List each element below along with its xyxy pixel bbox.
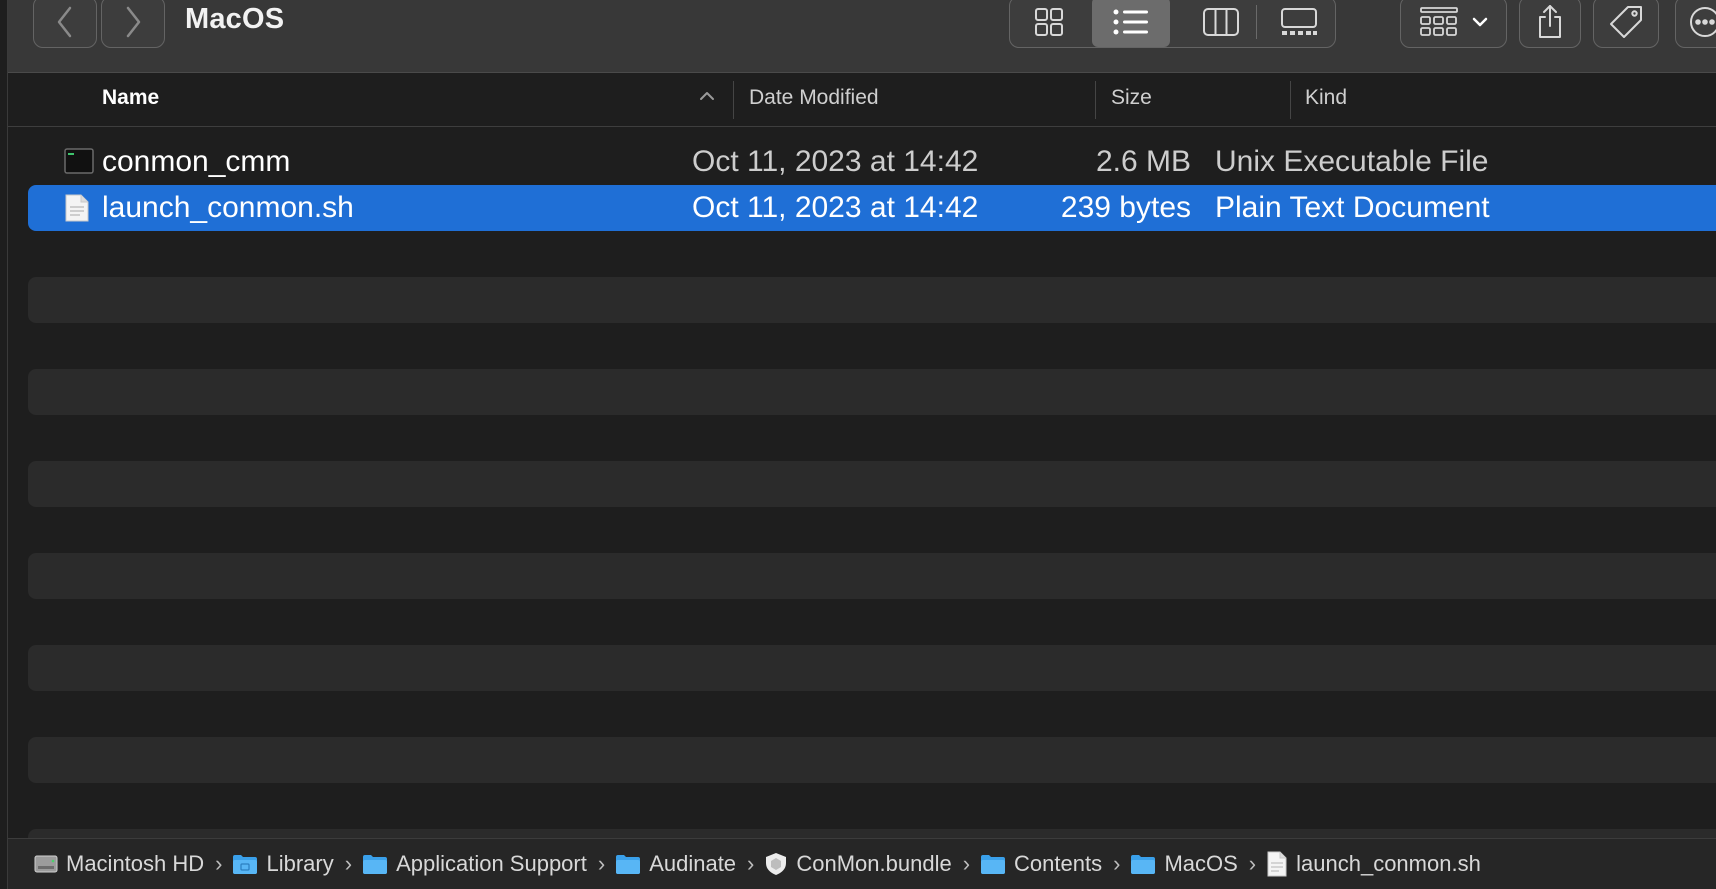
- column-view-icon: [1203, 8, 1239, 36]
- share-icon: [1539, 5, 1561, 38]
- folder-icon: [981, 855, 1006, 874]
- folder-icon: [233, 855, 258, 874]
- path-separator: ›: [1113, 851, 1121, 876]
- window-title: MacOS: [185, 3, 285, 35]
- date-modified-column-header[interactable]: Date Modified: [749, 86, 879, 110]
- path-item-macos[interactable]: MacOS: [1130, 851, 1238, 877]
- gallery-view-button[interactable]: [1260, 0, 1335, 47]
- path-item-label: Macintosh HD: [66, 851, 205, 876]
- name-column-header[interactable]: Name: [102, 86, 159, 110]
- file-name: launch_conmon.sh: [102, 191, 354, 224]
- file-kind: Plain Text Document: [1215, 191, 1490, 224]
- path-item-label: MacOS: [1164, 851, 1238, 876]
- chevron-right-icon: [126, 6, 141, 38]
- terminal-icon: [64, 148, 94, 174]
- sort-ascending-icon: [700, 92, 714, 100]
- path-item-contents[interactable]: Contents: [980, 851, 1102, 877]
- view-mode-control: [1009, 0, 1336, 48]
- empty-row: [28, 461, 1716, 507]
- folder-icon: [1131, 855, 1156, 874]
- path-item-label: Application Support: [396, 851, 587, 876]
- more-icon: [1690, 7, 1716, 37]
- chevron-left-icon: [57, 6, 72, 38]
- file-size: 239 bytes: [1060, 191, 1191, 224]
- group-by-icon: [1419, 7, 1458, 36]
- file-row-selected[interactable]: launch_conmon.sh Oct 11, 2023 at 14:42 2…: [28, 185, 1716, 231]
- path-item-label: Library: [266, 851, 334, 876]
- share-button[interactable]: [1519, 0, 1581, 48]
- path-separator: ›: [597, 851, 606, 876]
- file-name: conmon_cmm: [102, 145, 291, 178]
- drive-icon: [34, 855, 58, 873]
- chevron-down-icon: [1472, 17, 1487, 27]
- empty-row: [28, 737, 1716, 783]
- path-item-library[interactable]: Library: [232, 851, 334, 877]
- file-kind: Unix Executable File: [1215, 145, 1489, 178]
- list-view-icon: [1113, 9, 1148, 35]
- toolbar: MacOS: [8, 0, 1716, 73]
- kind-column-header[interactable]: Kind: [1305, 86, 1347, 110]
- file-size: 2.6 MB: [1095, 145, 1191, 178]
- path-separator: ›: [747, 851, 755, 876]
- icon-view-button[interactable]: [1010, 0, 1088, 47]
- empty-row: [28, 277, 1716, 323]
- tag-button[interactable]: [1593, 0, 1659, 48]
- forward-button[interactable]: [101, 0, 165, 48]
- path-item-macintosh-hd[interactable]: Macintosh HD: [34, 851, 204, 877]
- path-item-launch-conmon[interactable]: launch_conmon.sh: [1266, 851, 1481, 877]
- more-button[interactable]: [1675, 0, 1716, 48]
- empty-row: [28, 369, 1716, 415]
- path-separator: ›: [1248, 851, 1257, 876]
- path-bar: Macintosh HD › Library › Application Sup…: [8, 838, 1716, 889]
- path-item-application-support[interactable]: Application Support: [362, 851, 587, 877]
- path-item-audinate[interactable]: Audinate: [615, 851, 736, 877]
- back-button[interactable]: [33, 0, 97, 48]
- path-separator: ›: [344, 851, 353, 876]
- file-row[interactable]: conmon_cmm Oct 11, 2023 at 14:42 2.6 MB …: [28, 139, 1716, 185]
- path-item-label: launch_conmon.sh: [1296, 851, 1481, 876]
- column-view-button[interactable]: [1182, 0, 1260, 47]
- column-header: Name Date Modified Size Kind: [8, 73, 1716, 127]
- list-view-button[interactable]: [1092, 0, 1170, 47]
- size-column-header[interactable]: Size: [1111, 86, 1152, 110]
- gallery-view-icon: [1281, 8, 1317, 35]
- icon-view-icon: [1035, 8, 1063, 36]
- group-by-button[interactable]: [1400, 0, 1507, 48]
- path-separator: ›: [962, 851, 971, 876]
- finder-window: MacOS Name Date Modified Size Kind conmo…: [7, 0, 1716, 889]
- path-item-label: Contents: [1014, 851, 1103, 876]
- path-item-label: Audinate: [649, 851, 737, 876]
- document-icon: [65, 194, 89, 222]
- file-list: conmon_cmm Oct 11, 2023 at 14:42 2.6 MB …: [8, 127, 1716, 875]
- empty-row: [28, 553, 1716, 599]
- bundle-icon: [766, 853, 787, 875]
- folder-icon: [363, 855, 388, 874]
- tag-icon: [1610, 6, 1642, 38]
- path-separator: ›: [215, 851, 223, 876]
- empty-row: [28, 645, 1716, 691]
- document-icon: [1267, 851, 1287, 877]
- path-item-conmon-bundle[interactable]: ConMon.bundle: [764, 851, 952, 877]
- path-item-label: ConMon.bundle: [796, 851, 952, 876]
- folder-icon: [616, 855, 641, 874]
